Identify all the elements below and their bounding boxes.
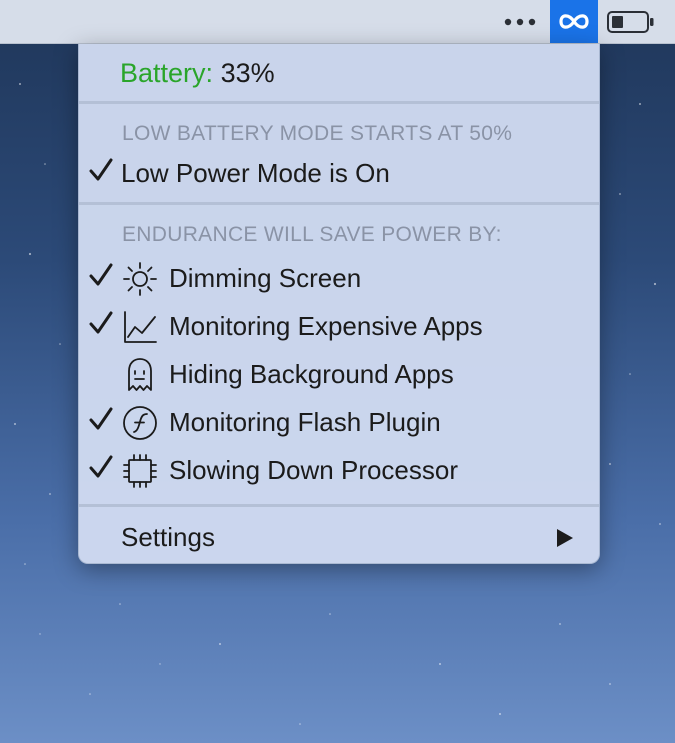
menu-bar — [0, 0, 675, 44]
sun-icon — [123, 262, 157, 296]
menu-item-settings[interactable]: Settings — [79, 518, 599, 562]
battery-label: Battery: — [120, 58, 214, 88]
menu-item-low-power-mode[interactable]: Low Power Mode is On — [79, 154, 599, 198]
ghost-icon — [128, 358, 152, 391]
menu-item-label: Settings — [121, 522, 215, 552]
menu-item-slowing-down-processor[interactable]: Slowing Down Processor — [79, 451, 599, 495]
battery-status: Battery: 33% — [120, 58, 640, 89]
menu-item-monitoring-flash-plugin[interactable]: Monitoring Flash Plugin — [79, 403, 599, 447]
menu-item-label: Monitoring Expensive Apps — [169, 311, 483, 341]
menu-item-label: Slowing Down Processor — [169, 455, 459, 485]
menu-item-label: Dimming Screen — [169, 263, 362, 293]
checkmark-icon — [89, 263, 113, 286]
checkmark-icon — [89, 407, 113, 430]
checkmark-icon — [89, 158, 113, 181]
menu-item-label: Hiding Background Apps — [169, 359, 454, 389]
endurance-menu-extra[interactable] — [550, 0, 598, 43]
menu-item-hiding-background-apps[interactable]: Hiding Background Apps — [79, 355, 599, 399]
menu-separator — [79, 101, 599, 104]
savings-header: ENDURANCE WILL SAVE POWER BY: — [122, 223, 502, 246]
cpu-chip-icon — [123, 454, 157, 488]
menu-item-dimming-screen[interactable]: Dimming Screen — [79, 259, 599, 303]
submenu-arrow-icon — [557, 529, 573, 547]
battery-value: 33% — [220, 58, 275, 88]
menu-item-label: Low Power Mode is On — [121, 158, 390, 188]
battery-icon[interactable] — [606, 9, 656, 35]
checkmark-icon — [89, 455, 113, 478]
menu-separator — [79, 504, 599, 507]
menu-separator — [79, 202, 599, 205]
infinity-icon — [559, 14, 589, 29]
low-battery-header: LOW BATTERY MODE STARTS AT 50% — [122, 122, 513, 145]
endurance-dropdown-menu: Battery: 33% LOW BATTERY MODE STARTS AT … — [78, 44, 600, 564]
menu-item-label: Monitoring Flash Plugin — [169, 407, 441, 437]
ellipsis-icon[interactable] — [502, 10, 540, 34]
chart-line-icon — [124, 311, 157, 343]
checkmark-icon — [89, 311, 113, 334]
menu-item-monitoring-expensive-apps[interactable]: Monitoring Expensive Apps — [79, 307, 599, 351]
flash-icon — [123, 406, 157, 440]
